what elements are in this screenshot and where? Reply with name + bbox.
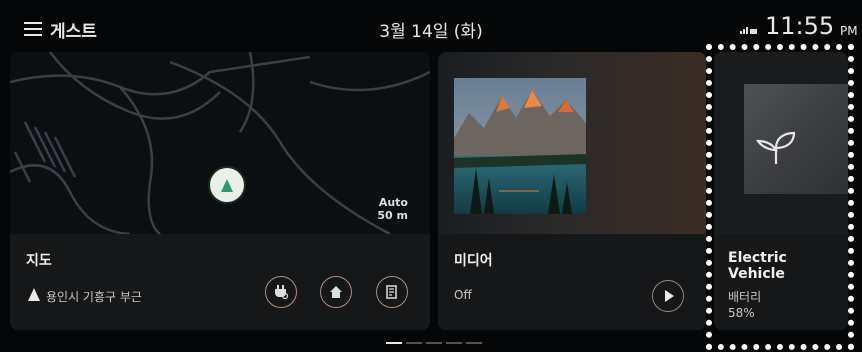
saved-places-button[interactable] [376, 276, 408, 308]
current-location-text: 용인시 기흥구 부근 [46, 290, 142, 304]
page-dot[interactable] [446, 342, 462, 344]
media-status: Off [454, 288, 472, 302]
navigation-position-icon [210, 168, 244, 202]
media-card-title: 미디어 [454, 253, 493, 269]
map-card-footer: 지도 용인시 기흥구 부근 [10, 234, 430, 330]
page-dot[interactable] [426, 342, 442, 344]
page-dot-active[interactable] [386, 342, 402, 344]
date-display: 3월 14일 (화) [379, 22, 483, 42]
media-card-footer: 미디어 Off [438, 234, 706, 330]
ev-charging-station-button[interactable] [265, 276, 297, 308]
page-dot[interactable] [406, 342, 422, 344]
ev-card-footer: Electric Vehicle 배터리 58% [714, 234, 848, 330]
home-icon [330, 286, 342, 298]
clock-ampm: PM [840, 24, 858, 38]
media-card[interactable]: 미디어 Off [438, 52, 706, 330]
ev-charger-search-icon [275, 285, 288, 300]
map-card[interactable]: Auto 50 m 지도 용인시 기흥구 부근 [10, 52, 430, 330]
map-scale-mode: Auto [378, 196, 408, 209]
clock: 11:55 [765, 12, 835, 40]
play-icon [665, 290, 674, 302]
page-dot[interactable] [466, 342, 482, 344]
map-scale-distance: 50 m [377, 209, 408, 222]
electric-vehicle-card[interactable]: Electric Vehicle 배터리 58% [714, 52, 848, 330]
ev-card-title: Electric Vehicle [728, 250, 787, 282]
album-art-image [454, 78, 586, 214]
ev-tile [744, 84, 848, 194]
album-art[interactable] [454, 78, 586, 214]
map-card-title: 지도 [26, 253, 52, 269]
location-arrow-icon [28, 288, 40, 301]
battery-percent: 58% [728, 306, 755, 320]
map-view[interactable]: Auto 50 m [10, 52, 430, 236]
battery-label: 배터리 [728, 290, 762, 304]
home-destination-button[interactable] [320, 276, 352, 308]
ev-title-line2: Vehicle [728, 266, 785, 282]
bookmark-list-icon [386, 285, 397, 299]
play-button[interactable] [652, 280, 684, 312]
map-roads [10, 52, 430, 236]
status-bar: 게스트 3월 14일 (화) 11:55 PM [0, 0, 862, 56]
leaf-sprout-icon [756, 131, 796, 164]
ev-title-line1: Electric [728, 250, 787, 266]
map-scale: Auto 50 m [377, 196, 408, 222]
signal-icon [740, 27, 757, 34]
